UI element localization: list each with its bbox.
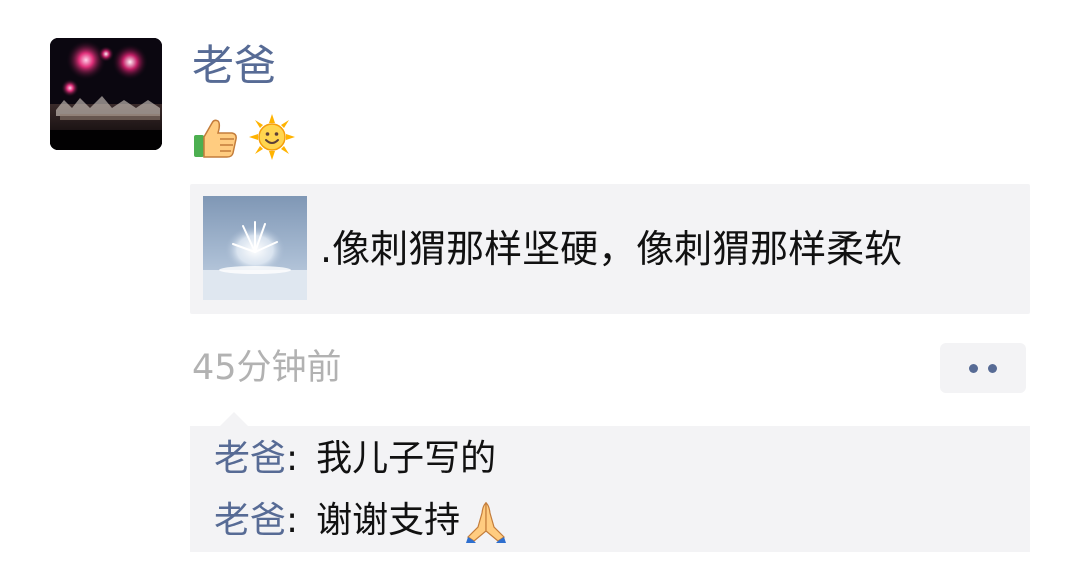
post-status-emojis	[192, 113, 296, 161]
shared-link-card[interactable]: .像刺猬那样坚硬，像刺猬那样柔软	[190, 184, 1030, 314]
more-dots-icon	[969, 363, 978, 373]
comment-author[interactable]: 老爸	[214, 434, 286, 484]
fireworks-avatar-image	[50, 38, 162, 150]
snowy-splash-image	[203, 196, 307, 300]
more-dots-icon-dot2	[988, 363, 997, 373]
post-time: 45分钟前	[192, 348, 342, 388]
comment-item[interactable]: 老爸 : 我儿子写的	[214, 434, 496, 484]
comments-box: 老爸 : 我儿子写的 老爸 : 谢谢支持	[190, 426, 1030, 552]
thumbs-up-icon	[194, 119, 237, 158]
comment-text: 谢谢支持	[316, 500, 461, 541]
comment-separator: :	[286, 500, 299, 541]
link-title: .像刺猬那样坚硬，像刺猬那样柔软	[320, 227, 903, 271]
comment-item[interactable]: 老爸 : 谢谢支持	[214, 496, 508, 546]
sun-icon	[249, 114, 295, 160]
comment-separator: :	[286, 438, 299, 479]
post-author-name[interactable]: 老爸	[192, 40, 276, 92]
author-avatar[interactable]	[50, 38, 162, 150]
more-actions-button[interactable]	[940, 343, 1026, 393]
folded-hands-icon	[466, 501, 507, 543]
comment-text: 我儿子写的	[316, 438, 497, 479]
link-thumbnail	[203, 196, 307, 300]
comment-author[interactable]: 老爸	[214, 496, 286, 546]
moments-post: 老爸 .像刺猬那样坚硬，像刺猬那样柔软 45分钟前 老爸: 我儿子写的 老爸 …	[0, 0, 1080, 575]
comments-caret	[220, 412, 248, 426]
